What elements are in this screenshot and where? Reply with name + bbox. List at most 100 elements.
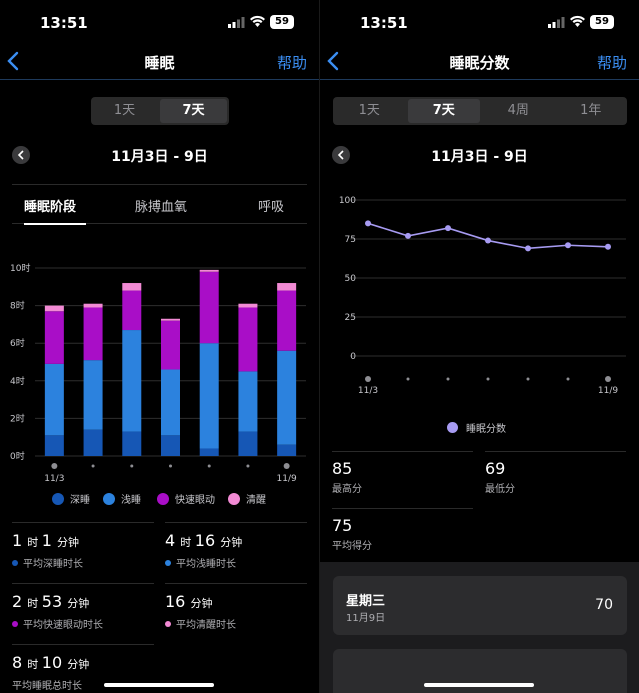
day-list: 星期三 11月9日 70 xyxy=(320,562,639,693)
sleep-stages-chart: 0时 2时 4时 6时 8时 10时 11/3 11/9 xyxy=(10,262,306,484)
y-tick-label: 0时 xyxy=(10,450,25,462)
sleep-score-screen: 13:51 59 睡眠分数 帮助 1天 7天 4周 1年 11月3日 - 9日 … xyxy=(320,0,639,693)
legend-label: 浅睡 xyxy=(121,495,141,506)
bar-segment xyxy=(277,444,297,456)
bar-segment xyxy=(277,350,297,445)
legend-item: 快速眼动 xyxy=(157,491,215,506)
score-point xyxy=(485,237,491,244)
stat-label: 最低分 xyxy=(485,484,515,495)
bar-segment xyxy=(238,371,258,432)
legend-item: 清醒 xyxy=(228,491,266,506)
x-tick-label: 11/9 xyxy=(598,386,618,396)
period-1year[interactable]: 1年 xyxy=(555,97,628,125)
stat-color-dot xyxy=(12,620,18,627)
stat-color-dot xyxy=(165,559,171,566)
bar-segment xyxy=(44,311,64,364)
y-tick-label: 2时 xyxy=(10,412,25,424)
status-bar: 13:51 59 xyxy=(0,0,319,44)
legend-item: 浅睡 xyxy=(103,491,141,506)
period-7day[interactable]: 7天 xyxy=(407,99,480,123)
sleep-stat: 4 时 16 分钟 平均浅睡时长 xyxy=(165,522,307,570)
period-7day[interactable]: 7天 xyxy=(160,99,227,123)
x-tick-label: 11/9 xyxy=(277,474,297,484)
bar-segment xyxy=(122,290,142,331)
y-tick-label: 0 xyxy=(350,352,356,362)
help-button[interactable]: 帮助 xyxy=(277,52,307,73)
date-range: 11月3日 - 9日 xyxy=(431,149,528,165)
tab-underline xyxy=(24,223,86,225)
x-tick-label: 11/3 xyxy=(358,386,378,396)
period-4week[interactable]: 4周 xyxy=(482,97,555,125)
y-tick-label: 75 xyxy=(345,235,356,245)
x-tick-dot xyxy=(365,376,371,382)
stat-label: 平均浅睡时长 xyxy=(165,555,307,570)
stat-divider xyxy=(485,451,626,452)
stat-average: 75 平均得分 xyxy=(332,516,372,552)
bar-segment xyxy=(277,283,297,291)
legend-swatch xyxy=(447,422,458,433)
score-point xyxy=(445,225,451,232)
date-navigator: 11月3日 - 9日 xyxy=(320,144,639,168)
page-title: 睡眠 xyxy=(144,54,175,72)
date-navigator: 11月3日 - 9日 xyxy=(0,144,319,168)
stat-color-dot xyxy=(165,620,171,627)
wifi-icon xyxy=(250,15,265,27)
x-tick-dot xyxy=(207,464,211,468)
bar-segment xyxy=(83,429,103,456)
status-time: 13:51 xyxy=(40,14,88,32)
stat-lowest: 69 最低分 xyxy=(485,459,515,495)
period-1day[interactable]: 1天 xyxy=(333,97,406,125)
score-point xyxy=(365,220,371,227)
wifi-icon xyxy=(570,15,585,27)
card-date: 11月9日 xyxy=(346,613,386,624)
y-tick-label: 4时 xyxy=(10,375,25,387)
status-bar: 13:51 59 xyxy=(320,0,639,44)
period-1day[interactable]: 1天 xyxy=(91,97,158,125)
bar-segment xyxy=(238,431,258,456)
x-tick-dot xyxy=(51,463,58,469)
sleep-score-chart: 0 25 50 75 100 11/3 11/9 xyxy=(339,196,626,396)
legend-swatch xyxy=(228,492,240,505)
bar-segment xyxy=(199,343,219,449)
y-tick-label: 100 xyxy=(339,196,356,206)
bar-segment xyxy=(199,271,219,344)
bar-segment xyxy=(83,303,103,308)
stat-value: 69 xyxy=(485,459,506,478)
x-tick-dot xyxy=(486,377,490,381)
stat-label: 平均快速眼动时长 xyxy=(12,616,154,631)
x-tick-dot xyxy=(130,464,134,468)
stat-label: 平均清醒时长 xyxy=(165,616,307,631)
tab-pulse-oximetry[interactable]: 脉搏血氧 xyxy=(135,196,187,215)
stat-value: 16 分钟 xyxy=(165,592,213,611)
sleep-screen: 13:51 59 睡眠 帮助 1天 7天 11月3日 - 9日 睡眠阶段 脉搏血… xyxy=(0,0,319,693)
nav-bar: 睡眠分数 帮助 xyxy=(320,44,639,80)
stat-label: 最高分 xyxy=(332,484,362,495)
legend-label: 睡眠分数 xyxy=(466,424,506,435)
stat-value: 75 xyxy=(332,516,353,535)
cellular-signal-icon xyxy=(228,17,245,28)
score-line xyxy=(367,222,609,250)
sleep-tabs: 睡眠阶段 脉搏血氧 呼吸 xyxy=(12,184,307,225)
home-indicator xyxy=(104,683,214,687)
stat-value: 1 时 1 分钟 xyxy=(12,531,80,550)
status-time: 13:51 xyxy=(360,14,408,32)
bar-segment xyxy=(122,431,142,456)
tab-breathing[interactable]: 呼吸 xyxy=(258,196,284,215)
battery-indicator: 59 xyxy=(590,15,614,29)
help-button[interactable]: 帮助 xyxy=(597,52,627,73)
stat-value: 4 时 16 分钟 xyxy=(165,531,243,550)
nav-bar: 睡眠 帮助 xyxy=(0,44,319,80)
bar-segment xyxy=(122,283,142,291)
stat-highest: 85 最高分 xyxy=(332,459,362,495)
x-tick-dot xyxy=(446,377,450,381)
date-range: 11月3日 - 9日 xyxy=(111,149,208,165)
day-score-card[interactable]: 星期三 11月9日 70 xyxy=(333,576,627,635)
tab-sleep-stages[interactable]: 睡眠阶段 xyxy=(24,196,76,215)
score-point xyxy=(565,242,571,249)
y-tick-label: 6时 xyxy=(10,337,25,349)
bar-segment xyxy=(238,303,258,308)
stat-value: 85 xyxy=(332,459,353,478)
x-tick-label: 11/3 xyxy=(44,474,64,484)
bar-segment xyxy=(83,307,103,361)
card-day: 星期三 xyxy=(346,594,386,609)
